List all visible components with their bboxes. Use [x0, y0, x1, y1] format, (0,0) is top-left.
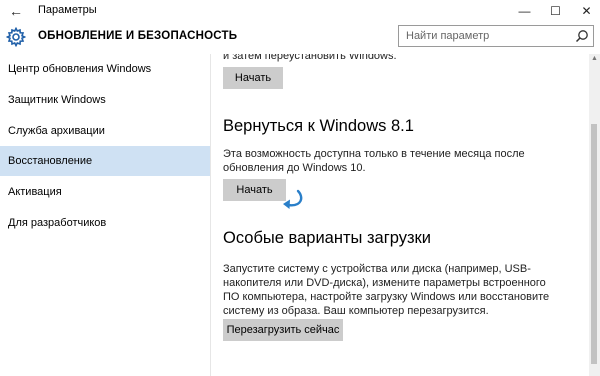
maximize-button[interactable]: ☐ — [539, 0, 572, 22]
scrollbar-thumb[interactable] — [591, 124, 597, 364]
search-input[interactable] — [399, 26, 576, 46]
settings-header: ОБНОВЛЕНИЕ И БЕЗОПАСНОСТЬ — [0, 22, 600, 54]
minimize-button[interactable]: — — [508, 0, 541, 22]
advanced-startup-description-line2: накопителя или DVD-диска), измените пара… — [223, 277, 546, 289]
advanced-startup-description-line1: Запустите систему с устройства или диска… — [223, 263, 531, 275]
close-icon: ✕ — [581, 4, 592, 18]
minimize-icon: — — [518, 4, 531, 18]
rollback-description-line1: Эта возможность доступна только в течени… — [223, 148, 525, 160]
sidebar: Центр обновления Windows Защитник Window… — [0, 54, 210, 376]
title-bar: ← Параметры — ☐ ✕ — [0, 0, 600, 22]
search-icon[interactable] — [575, 29, 589, 43]
advanced-startup-description-line3: ПО компьютера, настройте загрузку Window… — [223, 291, 550, 303]
sidebar-item-label: Активация — [8, 186, 62, 198]
sidebar-item-activation[interactable]: Активация — [0, 177, 210, 207]
sidebar-item-windows-defender[interactable]: Защитник Windows — [0, 85, 210, 115]
back-button[interactable]: ← — [0, 0, 32, 22]
rollback-heading: Вернуться к Windows 8.1 — [223, 117, 414, 135]
maximize-icon: ☐ — [550, 4, 561, 18]
reset-start-button[interactable]: Начать — [223, 67, 283, 89]
sidebar-item-label: Для разработчиков — [8, 217, 107, 229]
advanced-startup-description-line4: систему из образа. Ваш компьютер перезаг… — [223, 305, 489, 317]
back-arrow-icon: ← — [9, 3, 23, 19]
section-title: ОБНОВЛЕНИЕ И БЕЗОПАСНОСТЬ — [38, 30, 238, 42]
main-content: и затем переустановить Windows. Начать В… — [211, 54, 589, 376]
reset-description-tail: и затем переустановить Windows. — [223, 54, 397, 62]
sidebar-item-windows-update[interactable]: Центр обновления Windows — [0, 54, 210, 84]
sidebar-item-backup[interactable]: Служба архивации — [0, 116, 210, 146]
sidebar-item-label: Защитник Windows — [8, 94, 106, 106]
close-button[interactable]: ✕ — [570, 0, 600, 22]
sidebar-item-label: Восстановление — [8, 155, 93, 167]
sidebar-item-label: Служба архивации — [8, 125, 105, 137]
advanced-startup-heading: Особые варианты загрузки — [223, 229, 431, 247]
sidebar-item-label: Центр обновления Windows — [8, 63, 152, 75]
gear-icon — [6, 27, 26, 47]
curved-arrow-icon — [283, 189, 303, 209]
sidebar-item-developers[interactable]: Для разработчиков — [0, 208, 210, 238]
window-title: Параметры — [38, 4, 97, 16]
restart-now-button[interactable]: Перезагрузить сейчас — [223, 319, 343, 341]
scroll-up-arrow-icon[interactable]: ▲ — [589, 54, 600, 64]
sidebar-item-recovery[interactable]: Восстановление — [0, 146, 210, 176]
scrollbar[interactable]: ▲ — [589, 54, 600, 376]
search-box[interactable] — [398, 25, 594, 47]
rollback-description-line2: обновления до Windows 10. — [223, 162, 366, 174]
